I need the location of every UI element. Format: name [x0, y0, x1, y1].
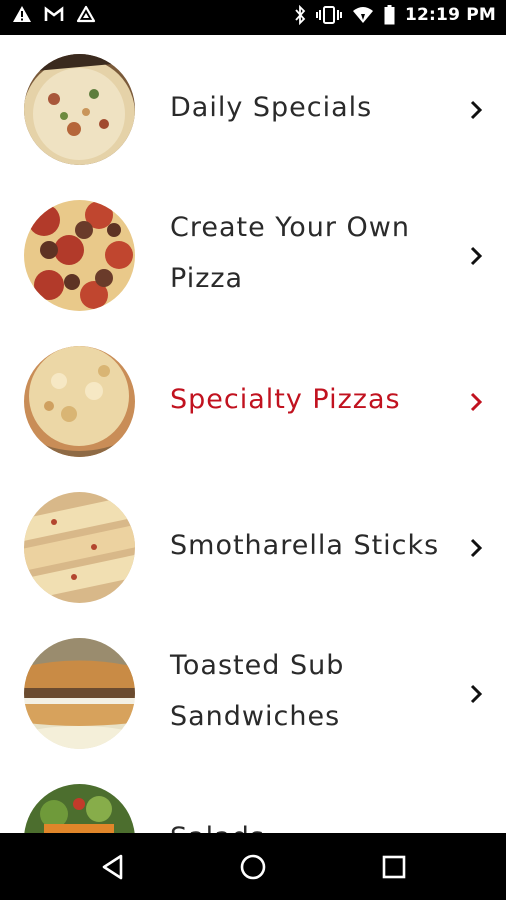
drive-icon — [76, 5, 96, 23]
menu-item-label-line: Daily Specials — [170, 92, 373, 123]
menu-item-smotharella-sticks[interactable]: Smotharella Sticks — [0, 473, 506, 619]
cheese-pizza-thumbnail — [24, 346, 135, 457]
salad-thumbnail — [24, 784, 135, 833]
menu-item-label-line: Create Your Own — [170, 212, 410, 243]
battery-icon — [384, 5, 395, 25]
home-icon[interactable] — [238, 852, 268, 882]
navigation-bar — [0, 833, 506, 900]
vibrate-icon — [315, 6, 342, 24]
recents-icon[interactable] — [379, 852, 409, 882]
menu-item-toasted-sub-sandwiches[interactable]: Toasted Sub Sandwiches — [0, 619, 506, 765]
menu-item-label-line: Smotharella Sticks — [170, 530, 440, 561]
pepperoni-sausage-pizza-thumbnail — [24, 200, 135, 311]
chevron-right-icon — [470, 538, 483, 558]
notification-icons — [12, 5, 96, 23]
cheese-sticks-thumbnail — [24, 492, 135, 603]
back-icon[interactable] — [98, 852, 128, 882]
menu-item-salads[interactable]: Salads — [0, 765, 506, 833]
menu-item-specialty-pizzas[interactable]: Specialty Pizzas — [0, 327, 506, 473]
chevron-right-icon — [470, 392, 483, 412]
menu-item-label: Salads — [170, 812, 450, 833]
wifi-icon — [352, 6, 374, 24]
clock: 12:19 PM — [404, 5, 496, 25]
menu-item-label-line: Sandwiches — [170, 701, 341, 732]
menu-item-label: Create Your Own Pizza — [170, 202, 450, 304]
menu-item-daily-specials[interactable]: Daily Specials — [0, 35, 506, 181]
system-icons: 12:19 PM — [294, 5, 496, 25]
menu-item-label: Daily Specials — [170, 82, 450, 133]
chevron-right-icon — [470, 246, 483, 266]
menu-item-label-line: Salads — [170, 812, 450, 833]
menu-item-label-line: Pizza — [170, 263, 244, 294]
menu-item-create-your-own-pizza[interactable]: Create Your Own Pizza — [0, 181, 506, 327]
status-bar: 12:19 PM — [0, 0, 506, 35]
menu-item-label: Smotharella Sticks — [170, 520, 450, 571]
menu-item-label: Specialty Pizzas — [170, 374, 450, 425]
menu-item-label: Toasted Sub Sandwiches — [170, 640, 450, 742]
sub-sandwich-thumbnail — [24, 638, 135, 749]
menu-item-label-line: Specialty Pizzas — [170, 384, 401, 415]
gmail-icon — [44, 6, 64, 22]
menu-item-label-line: Toasted Sub — [170, 650, 345, 681]
chevron-right-icon — [470, 100, 483, 120]
pizza-thumbnail — [24, 54, 135, 165]
chevron-right-icon — [470, 684, 483, 704]
menu-list: Daily Specials Create Your Own Pizza Spe… — [0, 35, 506, 833]
bluetooth-icon — [294, 5, 306, 25]
warning-icon — [12, 5, 32, 23]
